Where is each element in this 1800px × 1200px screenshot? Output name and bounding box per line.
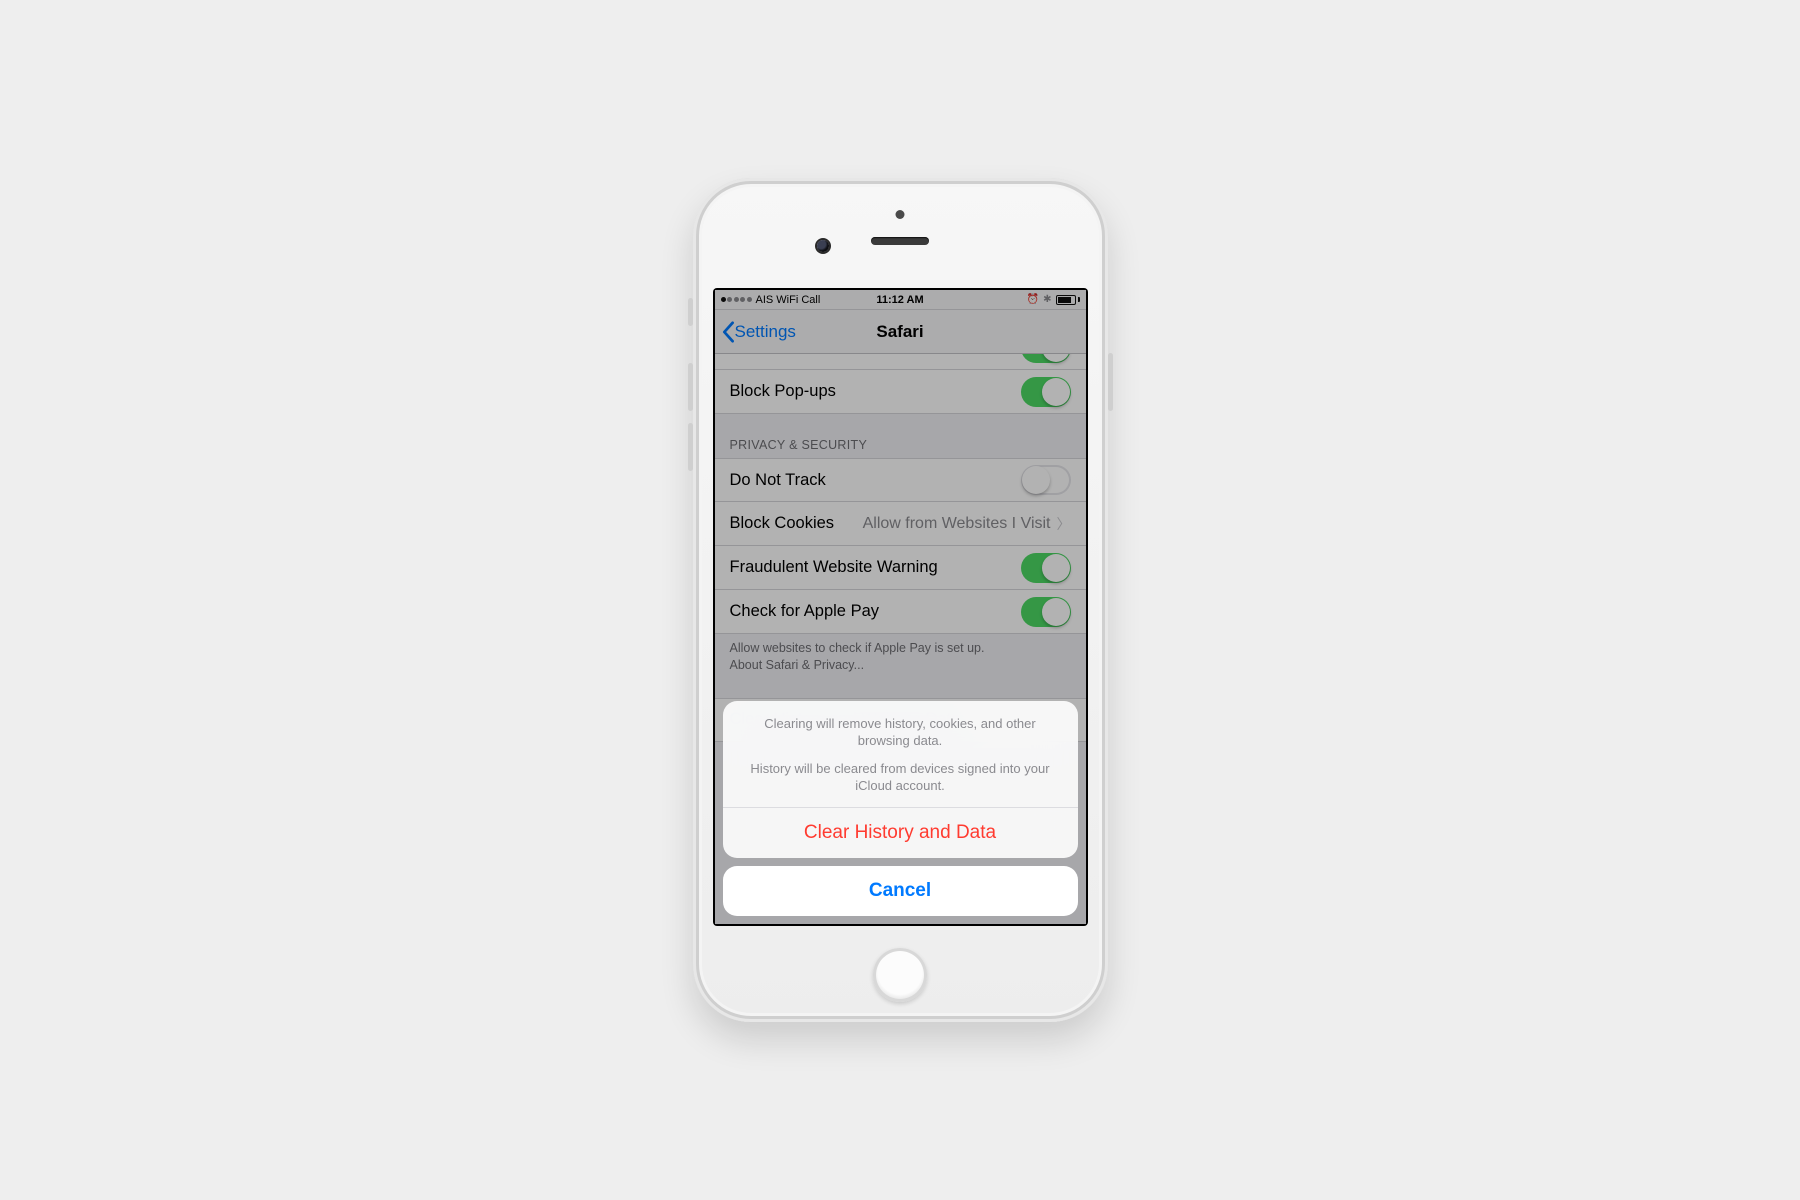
proximity-sensor	[896, 210, 905, 219]
section-footer-privacy: Allow websites to check if Apple Pay is …	[715, 634, 1086, 676]
toggle-check-apple-pay[interactable]	[1021, 597, 1071, 627]
row-label: Block Pop-ups	[730, 382, 836, 401]
navigation-bar: Settings Safari	[715, 310, 1086, 354]
toggle-block-popups[interactable]	[1021, 377, 1071, 407]
footer-text: Allow websites to check if Apple Pay is …	[730, 641, 985, 655]
sheet-message-line: History will be cleared from devices sig…	[741, 760, 1060, 795]
sheet-message-line: Clearing will remove history, cookies, a…	[741, 715, 1060, 750]
toggle-do-not-track[interactable]	[1021, 465, 1071, 495]
toggle-show-tab-bar[interactable]	[1021, 354, 1071, 363]
chevron-left-icon	[721, 321, 735, 343]
iphone-device-frame: AIS WiFi Call 11:12 AM ⏰ ✱ Settings Safa…	[693, 178, 1108, 1022]
screen-bezel: AIS WiFi Call 11:12 AM ⏰ ✱ Settings Safa…	[713, 288, 1088, 926]
section-header-privacy: Privacy & Security	[715, 414, 1086, 458]
row-show-tab-bar[interactable]: Show Tab Bar	[715, 354, 1086, 370]
chevron-right-icon: 〉	[1057, 514, 1071, 534]
home-button[interactable]	[873, 948, 927, 1002]
row-label: Fraudulent Website Warning	[730, 558, 938, 577]
navbar-title: Safari	[876, 322, 923, 342]
device-top-sensor-area	[693, 178, 1108, 288]
power-button	[1108, 353, 1113, 411]
footer-privacy-link[interactable]: About Safari & Privacy...	[730, 658, 865, 672]
row-label: Show Tab Bar	[730, 354, 832, 357]
front-camera	[817, 240, 829, 252]
row-check-apple-pay[interactable]: Check for Apple Pay	[715, 590, 1086, 634]
row-block-cookies[interactable]: Block Cookies Allow from Websites I Visi…	[715, 502, 1086, 546]
action-sheet-message: Clearing will remove history, cookies, a…	[723, 701, 1078, 807]
row-label: Check for Apple Pay	[730, 602, 880, 621]
volume-up-button	[688, 363, 693, 411]
cancel-button[interactable]: Cancel	[723, 866, 1078, 916]
back-label: Settings	[735, 322, 796, 342]
status-time: 11:12 AM	[715, 294, 1086, 306]
clear-history-and-data-button[interactable]: Clear History and Data	[723, 808, 1078, 858]
screen: AIS WiFi Call 11:12 AM ⏰ ✱ Settings Safa…	[715, 290, 1086, 924]
volume-down-button	[688, 423, 693, 471]
action-sheet: Clearing will remove history, cookies, a…	[723, 701, 1078, 916]
toggle-fraudulent-warning[interactable]	[1021, 553, 1071, 583]
row-block-popups[interactable]: Block Pop-ups	[715, 370, 1086, 414]
ear-speaker	[871, 237, 929, 245]
row-do-not-track[interactable]: Do Not Track	[715, 458, 1086, 502]
row-label: Block Cookies	[730, 514, 835, 533]
status-bar: AIS WiFi Call 11:12 AM ⏰ ✱	[715, 290, 1086, 310]
row-value: Allow from Websites I Visit	[863, 515, 1051, 533]
back-button[interactable]: Settings	[721, 310, 796, 353]
row-label: Do Not Track	[730, 471, 826, 490]
row-fraudulent-warning[interactable]: Fraudulent Website Warning	[715, 546, 1086, 590]
mute-switch	[688, 298, 693, 326]
